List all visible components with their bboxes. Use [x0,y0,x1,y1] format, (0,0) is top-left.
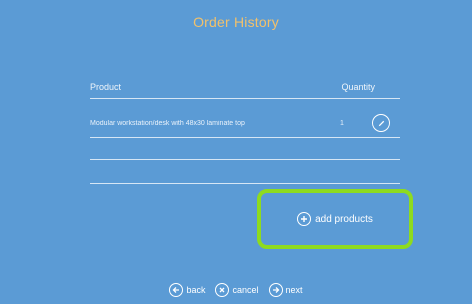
product-name: Modular workstation/desk with 48x30 lami… [90,119,245,127]
add-products-label: add products [315,213,373,225]
product-quantity: 1 [340,119,344,127]
next-button[interactable]: next [268,283,303,297]
back-button[interactable]: back [169,283,205,297]
page-title: Order History [193,14,279,30]
bottom-nav: back cancel next [0,283,472,297]
arrow-left-icon [169,283,184,297]
add-products-highlight: add products [257,189,413,249]
quantity-column-header: Quantity [341,82,375,92]
back-label: back [186,285,206,295]
arrow-right-icon [268,283,283,297]
header-divider [90,98,400,99]
plus-icon [297,212,312,226]
next-label: next [285,285,303,295]
table-row: Modular workstation/desk with 48x30 lami… [90,110,400,136]
cancel-label: cancel [232,285,259,295]
edit-icon[interactable] [372,114,390,132]
table-header: Product Quantity [90,82,400,92]
row-divider [90,159,400,160]
row-divider [90,183,400,184]
row-divider [90,137,400,138]
cancel-button[interactable]: cancel [215,283,259,297]
product-column-header: Product [90,82,122,92]
close-icon [215,283,230,297]
add-products-button[interactable]: add products [297,212,373,226]
